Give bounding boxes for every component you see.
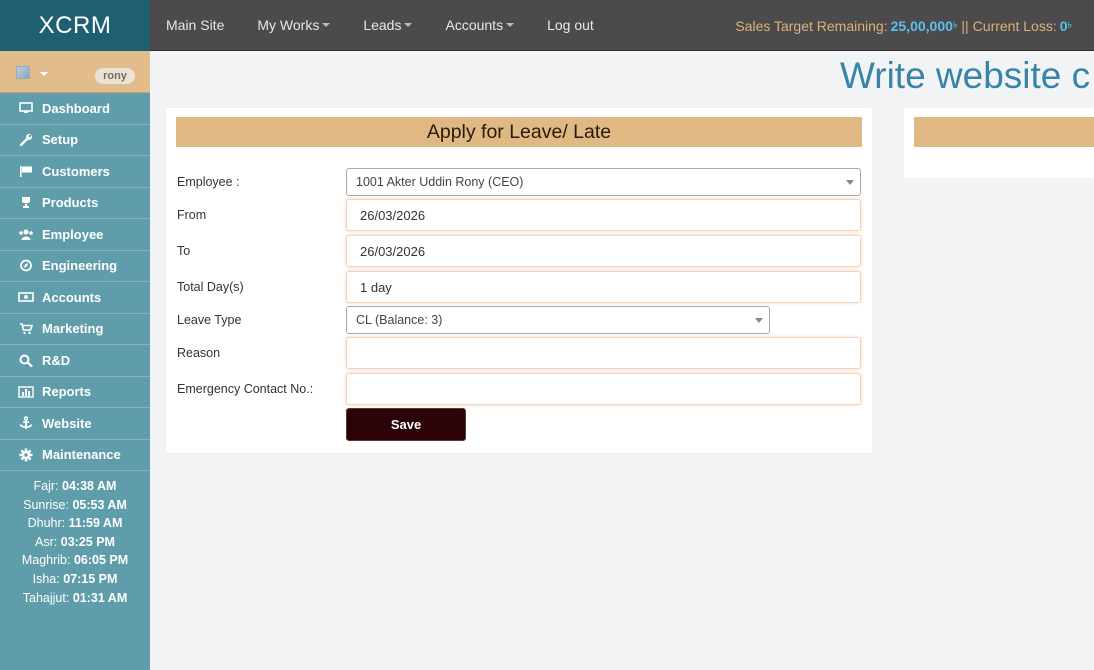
secondary-card-header <box>914 117 1094 147</box>
users-icon <box>18 228 34 241</box>
sidebar-item-reports[interactable]: Reports <box>0 377 150 408</box>
currency-symbol: ৳ <box>952 20 958 30</box>
prayer-row: Sunrise: 05:53 AM <box>23 497 127 512</box>
user-panel: rony <box>0 51 150 93</box>
separator: || <box>961 17 969 34</box>
monitor-icon <box>18 102 34 115</box>
sidebar-item-engineering[interactable]: Engineering <box>0 251 150 282</box>
flag-icon <box>18 165 34 178</box>
nav-my-works[interactable]: My Works <box>257 17 331 33</box>
leave-type-select[interactable]: CL (Balance: 3) <box>346 306 770 334</box>
save-button[interactable]: Save <box>346 408 466 441</box>
prayer-row: Dhuhr: 11:59 AM <box>27 516 123 531</box>
trophy-icon <box>18 196 34 209</box>
anchor-icon <box>18 416 34 430</box>
emergency-contact-label: Emergency Contact No.: <box>177 382 314 396</box>
sidebar-item-marketing[interactable]: Marketing <box>0 314 150 345</box>
chevron-down-icon <box>846 180 854 185</box>
compass-icon <box>18 259 34 272</box>
emergency-contact-input[interactable] <box>346 373 861 405</box>
sidebar-item-maintenance[interactable]: Maintenance <box>0 440 150 471</box>
brand-logo[interactable]: XCRM <box>0 0 150 51</box>
avatar-image[interactable] <box>16 66 30 79</box>
money-icon <box>18 291 34 304</box>
nav-label: Main Site <box>166 17 225 33</box>
chevron-down-icon <box>506 23 515 27</box>
current-loss-label: Current Loss: <box>972 17 1057 34</box>
reason-input[interactable] <box>346 337 861 369</box>
nav-log-out[interactable]: Log out <box>547 17 594 33</box>
sidebar-item-label: Products <box>42 195 99 211</box>
nav-main-site[interactable]: Main Site <box>166 17 224 33</box>
sidebar-item-setup[interactable]: Setup <box>0 125 150 156</box>
wrench-icon <box>18 133 34 147</box>
sidebar-item-customers[interactable]: Customers <box>0 156 150 188</box>
employee-select[interactable]: 1001 Akter Uddin Rony (CEO) <box>346 168 861 196</box>
page-title: Write website c <box>840 55 1091 96</box>
prayer-times: Fajr: 04:38 AM Sunrise: 05:53 AM Dhuhr: … <box>0 471 150 607</box>
leave-form-card: Apply for Leave/ Late Employee : 1001 Ak… <box>166 108 872 453</box>
sidebar-item-label: Reports <box>42 384 92 400</box>
nav-label: My Works <box>257 17 320 33</box>
sidebar-item-label: Employee <box>42 226 104 242</box>
from-label: From <box>177 208 207 222</box>
sidebar-item-label: R&D <box>42 352 71 368</box>
sidebar-item-dashboard[interactable]: Dashboard <box>0 93 150 125</box>
sidebar-item-website[interactable]: Website <box>0 408 150 440</box>
chevron-down-icon[interactable] <box>40 72 48 76</box>
total-days-input[interactable] <box>346 271 861 303</box>
sidebar-item-label: Dashboard <box>42 100 110 116</box>
employee-label: Employee : <box>177 175 240 189</box>
current-loss-value: 0 <box>1059 17 1068 34</box>
currency-symbol: ৳ <box>1067 20 1072 30</box>
top-navbar: Main Site My Works Leads Accounts Log ou… <box>150 0 1094 51</box>
cart-icon <box>18 322 34 335</box>
sidebar-item-rnd[interactable]: R&D <box>0 345 150 377</box>
nav-leads[interactable]: Leads <box>363 17 413 33</box>
sidebar-item-label: Customers <box>42 163 110 179</box>
nav-label: Accounts <box>445 17 504 33</box>
to-label: To <box>177 244 191 258</box>
sales-status: Sales Target Remaining: 25,00,000 ৳ || Cu… <box>735 0 1072 51</box>
sidebar-item-label: Maintenance <box>42 447 121 463</box>
sidebar-item-label: Engineering <box>42 258 118 274</box>
prayer-row: Asr: 03:25 PM <box>35 534 115 549</box>
prayer-row: Tahajjut: 01:31 AM <box>22 590 128 605</box>
secondary-card <box>904 108 1094 178</box>
card-header: Apply for Leave/ Late <box>176 117 862 147</box>
sidebar: rony Dashboard Setup Customers Products … <box>0 51 150 670</box>
chevron-down-icon <box>322 23 331 27</box>
prayer-row: Fajr: 04:38 AM <box>33 479 117 493</box>
leave-type-label: Leave Type <box>177 313 242 327</box>
employee-select-value: 1001 Akter Uddin Rony (CEO) <box>356 175 524 189</box>
to-date-input[interactable] <box>346 235 861 267</box>
nav-accounts[interactable]: Accounts <box>445 17 515 33</box>
gear-icon <box>18 448 34 462</box>
prayer-row: Isha: 07:15 PM <box>32 571 118 586</box>
chevron-down-icon <box>755 318 763 323</box>
total-days-label: Total Day(s) <box>177 280 244 294</box>
sidebar-item-label: Accounts <box>42 289 102 305</box>
user-badge[interactable]: rony <box>95 68 135 84</box>
nav-label: Log out <box>547 17 594 33</box>
sidebar-item-accounts[interactable]: Accounts <box>0 282 150 314</box>
nav-label: Leads <box>363 17 402 33</box>
sidebar-item-products[interactable]: Products <box>0 188 150 219</box>
prayer-row: Maghrib: 06:05 PM <box>21 553 129 568</box>
sales-target-label: Sales Target Remaining: <box>735 17 888 34</box>
search-icon <box>18 354 34 367</box>
leave-type-select-value: CL (Balance: 3) <box>356 313 443 327</box>
sales-target-value: 25,00,000 <box>890 17 953 34</box>
bar-chart-icon <box>18 385 34 398</box>
reason-label: Reason <box>177 346 221 360</box>
sidebar-item-label: Website <box>42 415 92 431</box>
chevron-down-icon <box>404 23 413 27</box>
sidebar-item-employee[interactable]: Employee <box>0 219 150 251</box>
sidebar-item-label: Marketing <box>42 321 104 337</box>
from-date-input[interactable] <box>346 199 861 231</box>
sidebar-item-label: Setup <box>42 132 79 148</box>
